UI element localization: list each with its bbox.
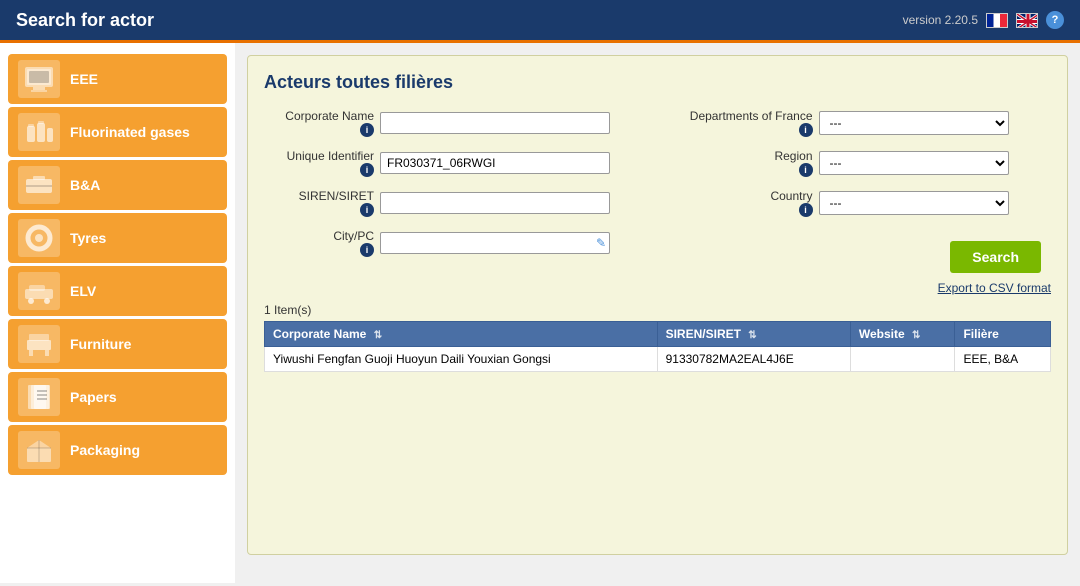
export-csv-link[interactable]: Export to CSV format [938,281,1051,295]
city-input-wrapper: ✎ [380,232,610,254]
region-info-icon[interactable]: i [799,163,813,177]
content-panel: Acteurs toutes filières Corporate Name i [247,55,1068,555]
eee-icon [18,60,60,98]
corporate-name-row: Corporate Name i [264,109,643,137]
sidebar-item-bna[interactable]: B&A [8,160,227,210]
sidebar-item-bna-label: B&A [70,177,100,194]
packaging-icon [18,431,60,469]
country-select[interactable]: --- [819,191,1009,215]
col-website[interactable]: Website ⇅ [850,322,955,347]
corporate-name-label: Corporate Name [285,109,374,123]
table-row: Yiwushi Fengfan Guoji Huoyun Daili Youxi… [265,347,1051,372]
sidebar: EEE Fluorinated gases [0,43,235,583]
unique-id-row: Unique Identifier i [264,149,643,177]
unique-id-label: Unique Identifier [287,149,374,163]
panel-title: Acteurs toutes filières [264,72,1051,93]
siren-input[interactable] [380,192,610,214]
tyres-icon [18,219,60,257]
form-right: Departments of France i --- Region i [673,109,1052,273]
dept-select[interactable]: --- [819,111,1009,135]
col-siren-siret[interactable]: SIREN/SIRET ⇅ [657,322,850,347]
sidebar-item-furniture-label: Furniture [70,336,131,353]
page-title: Search for actor [16,10,154,31]
col-corporate-name[interactable]: Corporate Name ⇅ [265,322,658,347]
region-select[interactable]: --- [819,151,1009,175]
furniture-icon [18,325,60,363]
country-label: Country [770,189,812,203]
siren-label: SIREN/SIRET [299,189,374,203]
cell-filiere: EEE, B&A [955,347,1051,372]
elv-icon [18,272,60,310]
city-input[interactable] [380,232,610,254]
export-row: Export to CSV format [264,281,1051,295]
cell-corporate-name: Yiwushi Fengfan Guoji Huoyun Daili Youxi… [265,347,658,372]
col-filiere[interactable]: Filière [955,322,1051,347]
search-btn-row: Search [673,241,1052,273]
help-icon[interactable]: ? [1046,11,1064,29]
sidebar-item-papers[interactable]: Papers [8,372,227,422]
content-area: Acteurs toutes filières Corporate Name i [235,43,1080,583]
sidebar-item-papers-label: Papers [70,389,117,406]
sidebar-item-furniture[interactable]: Furniture [8,319,227,369]
country-info-icon[interactable]: i [799,203,813,217]
app-header: Search for actor version 2.20.5 ? [0,0,1080,40]
bna-icon [18,166,60,204]
sidebar-item-eee-label: EEE [70,71,98,88]
sidebar-item-elv-label: ELV [70,283,96,300]
sidebar-item-packaging[interactable]: Packaging [8,425,227,475]
results-count: 1 Item(s) [264,303,1051,317]
sidebar-item-fluorinated-label: Fluorinated gases [70,124,190,141]
papers-icon [18,378,60,416]
region-row: Region i --- [673,149,1052,177]
form-left: Corporate Name i Unique Identifier i [264,109,643,273]
sort-arrows-siren: ⇅ [748,330,756,341]
sidebar-item-fluorinated[interactable]: Fluorinated gases [8,107,227,157]
city-row: City/PC i ✎ [264,229,643,257]
dept-info-icon[interactable]: i [799,123,813,137]
cell-siren-siret: 91330782MA2EAL4J6E [657,347,850,372]
search-button[interactable]: Search [950,241,1041,273]
dept-label: Departments of France [690,109,813,123]
results-table: Corporate Name ⇅ SIREN/SIRET ⇅ Website ⇅ [264,321,1051,372]
sidebar-item-eee[interactable]: EEE [8,54,227,104]
search-form: Corporate Name i Unique Identifier i [264,109,1051,273]
sidebar-item-elv[interactable]: ELV [8,266,227,316]
corporate-name-info-icon[interactable]: i [360,123,374,137]
sort-arrows-website: ⇅ [912,330,920,341]
version-text: version 2.20.5 [903,13,978,27]
dept-row: Departments of France i --- [673,109,1052,137]
city-label: City/PC [333,229,374,243]
unique-id-input[interactable] [380,152,610,174]
country-row: Country i --- [673,189,1052,217]
sidebar-item-tyres-label: Tyres [70,230,106,247]
city-info-icon[interactable]: i [360,243,374,257]
fluorinated-icon [18,113,60,151]
english-flag-icon[interactable] [1016,13,1038,28]
pencil-icon[interactable]: ✎ [596,236,606,250]
header-right: version 2.20.5 ? [903,11,1064,29]
sidebar-item-packaging-label: Packaging [70,442,140,459]
sort-arrows-corporate: ⇅ [374,330,382,341]
main-layout: EEE Fluorinated gases [0,43,1080,583]
siren-info-icon[interactable]: i [360,203,374,217]
siren-row: SIREN/SIRET i [264,189,643,217]
unique-id-info-icon[interactable]: i [360,163,374,177]
corporate-name-input[interactable] [380,112,610,134]
cell-website [850,347,955,372]
sidebar-item-tyres[interactable]: Tyres [8,213,227,263]
french-flag-icon[interactable] [986,13,1008,28]
region-label: Region [774,149,812,163]
